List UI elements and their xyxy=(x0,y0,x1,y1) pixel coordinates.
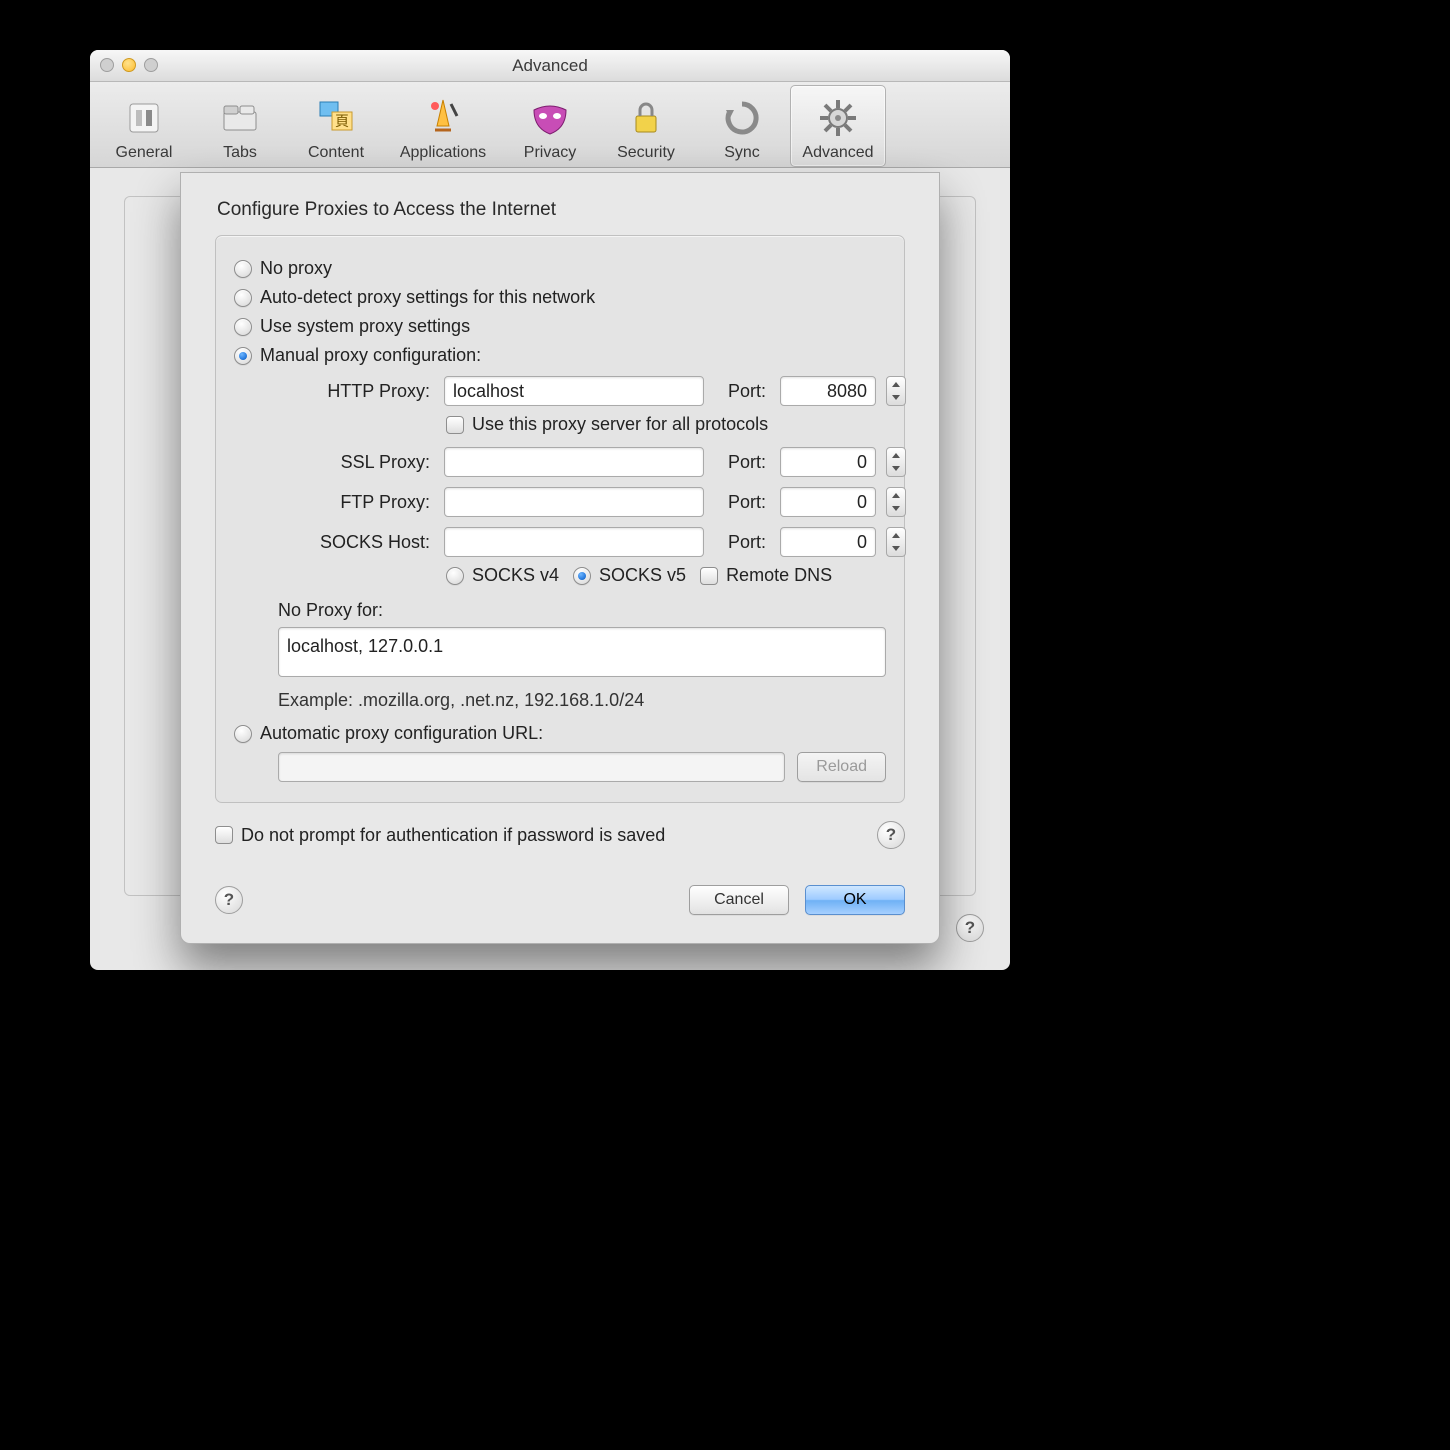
http-proxy-row: HTTP Proxy: Port: xyxy=(274,376,886,406)
tab-sync[interactable]: Sync xyxy=(694,85,790,167)
socks-host-label: SOCKS Host: xyxy=(274,532,434,553)
radio-icon xyxy=(573,567,591,585)
checkbox-remote-dns[interactable]: Remote DNS xyxy=(700,565,832,586)
tabs-icon xyxy=(218,96,262,140)
tab-label: Sync xyxy=(724,144,760,162)
ftp-port-stepper[interactable] xyxy=(886,487,906,517)
tab-label: Advanced xyxy=(802,144,873,162)
no-proxy-for-label: No Proxy for: xyxy=(278,600,886,621)
sheet-help-button[interactable]: ? xyxy=(215,886,243,914)
socks-v5-label: SOCKS v5 xyxy=(599,565,686,586)
tab-label: General xyxy=(116,144,173,162)
radio-icon xyxy=(234,289,252,307)
use-for-all-row[interactable]: Use this proxy server for all protocols xyxy=(446,414,886,435)
ssl-port-stepper[interactable] xyxy=(886,447,906,477)
tab-label: Applications xyxy=(400,144,486,162)
applications-icon xyxy=(421,96,465,140)
checkbox-icon xyxy=(215,826,233,844)
radio-label: Auto-detect proxy settings for this netw… xyxy=(260,287,595,308)
cancel-button[interactable]: Cancel xyxy=(689,885,789,915)
radio-socks-v5[interactable]: SOCKS v5 xyxy=(573,565,686,586)
tab-tabs[interactable]: Tabs xyxy=(192,85,288,167)
port-label: Port: xyxy=(714,452,770,473)
radio-icon xyxy=(234,347,252,365)
http-port-input[interactable] xyxy=(780,376,876,406)
no-proxy-for-input[interactable] xyxy=(278,627,886,677)
ssl-proxy-label: SSL Proxy: xyxy=(274,452,434,473)
prefs-toolbar: General Tabs 頁 Content Applications Priv… xyxy=(90,82,1010,168)
gear-icon xyxy=(816,96,860,140)
radio-icon xyxy=(234,725,252,743)
tab-advanced[interactable]: Advanced xyxy=(790,85,886,167)
svg-text:頁: 頁 xyxy=(335,113,349,129)
tab-general[interactable]: General xyxy=(96,85,192,167)
ssl-proxy-row: SSL Proxy: Port: xyxy=(274,447,886,477)
ftp-proxy-label: FTP Proxy: xyxy=(274,492,434,513)
radio-system-proxy[interactable]: Use system proxy settings xyxy=(234,316,886,337)
socks-host-row: SOCKS Host: Port: xyxy=(274,527,886,557)
titlebar: Advanced xyxy=(90,50,1010,82)
port-label: Port: xyxy=(714,532,770,553)
window-title: Advanced xyxy=(90,56,1010,76)
sheet-actions: ? Cancel OK xyxy=(215,885,905,915)
radio-label: No proxy xyxy=(260,258,332,279)
tab-label: Privacy xyxy=(524,144,576,162)
tab-privacy[interactable]: Privacy xyxy=(502,85,598,167)
radio-no-proxy[interactable]: No proxy xyxy=(234,258,886,279)
ftp-proxy-input[interactable] xyxy=(444,487,704,517)
sync-icon xyxy=(720,96,764,140)
content-icon: 頁 xyxy=(314,96,358,140)
reload-button[interactable]: Reload xyxy=(797,752,886,782)
switch-icon xyxy=(122,96,166,140)
http-port-stepper[interactable] xyxy=(886,376,906,406)
remote-dns-label: Remote DNS xyxy=(726,565,832,586)
radio-label: Automatic proxy configuration URL: xyxy=(260,723,543,744)
below-group-row: Do not prompt for authentication if pass… xyxy=(215,821,905,849)
tab-label: Security xyxy=(617,144,675,162)
tab-label: Content xyxy=(308,144,364,162)
socks-port-input[interactable] xyxy=(780,527,876,557)
sheet-help-button-top[interactable]: ? xyxy=(877,821,905,849)
use-for-all-label: Use this proxy server for all protocols xyxy=(472,414,768,435)
proxy-group: No proxy Auto-detect proxy settings for … xyxy=(215,235,905,803)
ftp-port-input[interactable] xyxy=(780,487,876,517)
proxy-settings-sheet: Configure Proxies to Access the Internet… xyxy=(180,172,940,944)
prefs-help-button[interactable]: ? xyxy=(956,914,984,942)
radio-socks-v4[interactable]: SOCKS v4 xyxy=(446,565,559,586)
no-auth-prompt-label: Do not prompt for authentication if pass… xyxy=(241,825,665,846)
tab-applications[interactable]: Applications xyxy=(384,85,502,167)
ssl-port-input[interactable] xyxy=(780,447,876,477)
mask-icon xyxy=(528,96,572,140)
radio-icon xyxy=(446,567,464,585)
checkbox-icon xyxy=(700,567,718,585)
ftp-proxy-row: FTP Proxy: Port: xyxy=(274,487,886,517)
radio-icon xyxy=(234,318,252,336)
padlock-icon xyxy=(624,96,668,140)
tab-label: Tabs xyxy=(223,144,257,162)
radio-icon xyxy=(234,260,252,278)
checkbox-no-auth-prompt[interactable]: Do not prompt for authentication if pass… xyxy=(215,825,665,846)
tab-content[interactable]: 頁 Content xyxy=(288,85,384,167)
ok-button[interactable]: OK xyxy=(805,885,905,915)
pac-url-input[interactable] xyxy=(278,752,785,782)
socks-version-row: SOCKS v4 SOCKS v5 Remote DNS xyxy=(446,565,886,586)
port-label: Port: xyxy=(714,492,770,513)
checkbox-icon xyxy=(446,416,464,434)
radio-label: Manual proxy configuration: xyxy=(260,345,481,366)
http-proxy-label: HTTP Proxy: xyxy=(274,381,434,402)
no-proxy-example: Example: .mozilla.org, .net.nz, 192.168.… xyxy=(278,690,886,711)
http-proxy-input[interactable] xyxy=(444,376,704,406)
radio-label: Use system proxy settings xyxy=(260,316,470,337)
socks-host-input[interactable] xyxy=(444,527,704,557)
radio-auto-detect[interactable]: Auto-detect proxy settings for this netw… xyxy=(234,287,886,308)
socks-v4-label: SOCKS v4 xyxy=(472,565,559,586)
ssl-proxy-input[interactable] xyxy=(444,447,704,477)
socks-port-stepper[interactable] xyxy=(886,527,906,557)
radio-manual-proxy[interactable]: Manual proxy configuration: xyxy=(234,345,886,366)
sheet-title: Configure Proxies to Access the Internet xyxy=(217,199,905,221)
tab-security[interactable]: Security xyxy=(598,85,694,167)
port-label: Port: xyxy=(714,381,770,402)
pac-url-row: Reload xyxy=(278,752,886,782)
radio-pac-url[interactable]: Automatic proxy configuration URL: xyxy=(234,723,886,744)
